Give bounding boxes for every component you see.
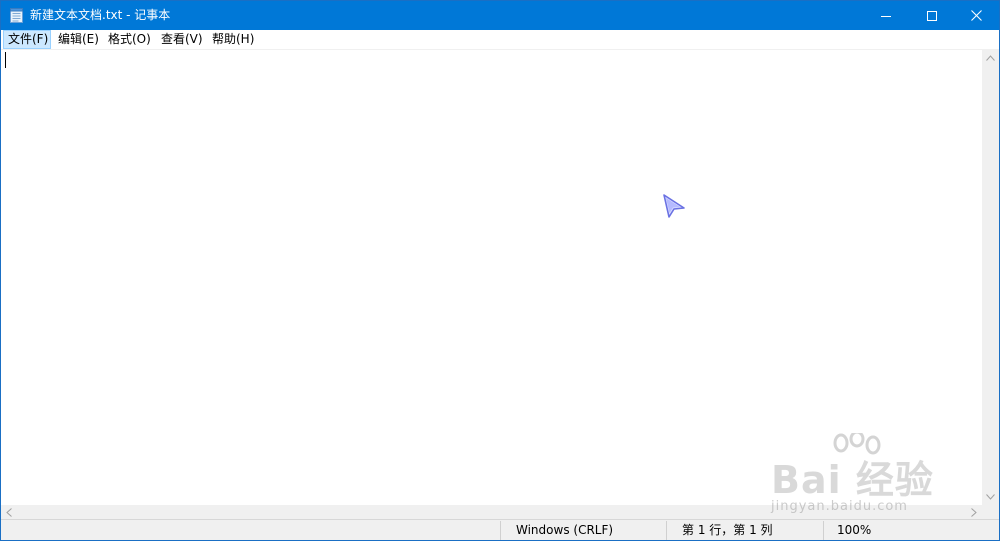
window-title: 新建文本文档.txt - 记事本 (30, 8, 171, 22)
title-bar[interactable]: 新建文本文档.txt - 记事本 (1, 1, 999, 30)
status-line-ending: Windows (CRLF) (516, 523, 614, 537)
menu-edit[interactable]: 编辑(E) (53, 30, 99, 49)
scroll-left-arrow-icon[interactable] (6, 508, 12, 517)
menu-help[interactable]: 帮助(H) (207, 30, 255, 49)
scroll-down-arrow-icon[interactable] (986, 494, 995, 500)
watermark-brand: Bai 经验 (771, 458, 934, 502)
scrollbar-corner (982, 505, 999, 519)
watermark-url: jingyan.baidu.com (771, 499, 908, 514)
status-separator (500, 521, 501, 540)
notepad-app-icon (10, 8, 23, 23)
notepad-window: 新建文本文档.txt - 记事本 文件(F) 编辑(E) 格式(O) 查看(V)… (0, 0, 1000, 541)
close-icon (970, 10, 982, 21)
menu-file[interactable]: 文件(F) (3, 30, 51, 49)
mouse-pointer-icon (663, 194, 685, 218)
minimize-icon (881, 15, 891, 17)
status-zoom-level: 100% (837, 523, 872, 537)
vertical-scrollbar[interactable] (982, 50, 999, 505)
close-button[interactable] (953, 1, 999, 30)
menu-bar: 文件(F) 编辑(E) 格式(O) 查看(V) 帮助(H) (1, 30, 999, 50)
status-separator (823, 521, 824, 540)
scroll-up-arrow-icon[interactable] (986, 55, 995, 61)
status-cursor-position: 第 1 行，第 1 列 (682, 523, 773, 537)
status-bar: Windows (CRLF) 第 1 行，第 1 列 100% (1, 519, 999, 540)
text-caret (5, 52, 6, 68)
minimize-button[interactable] (863, 1, 909, 30)
baidu-watermark: Bai 经验 jingyan.baidu.com (761, 431, 961, 521)
scroll-right-arrow-icon[interactable] (971, 508, 977, 517)
maximize-icon (927, 10, 937, 21)
status-separator (666, 521, 667, 540)
menu-view[interactable]: 查看(V) (156, 30, 203, 49)
maximize-button[interactable] (909, 1, 955, 30)
menu-format[interactable]: 格式(O) (103, 30, 151, 49)
